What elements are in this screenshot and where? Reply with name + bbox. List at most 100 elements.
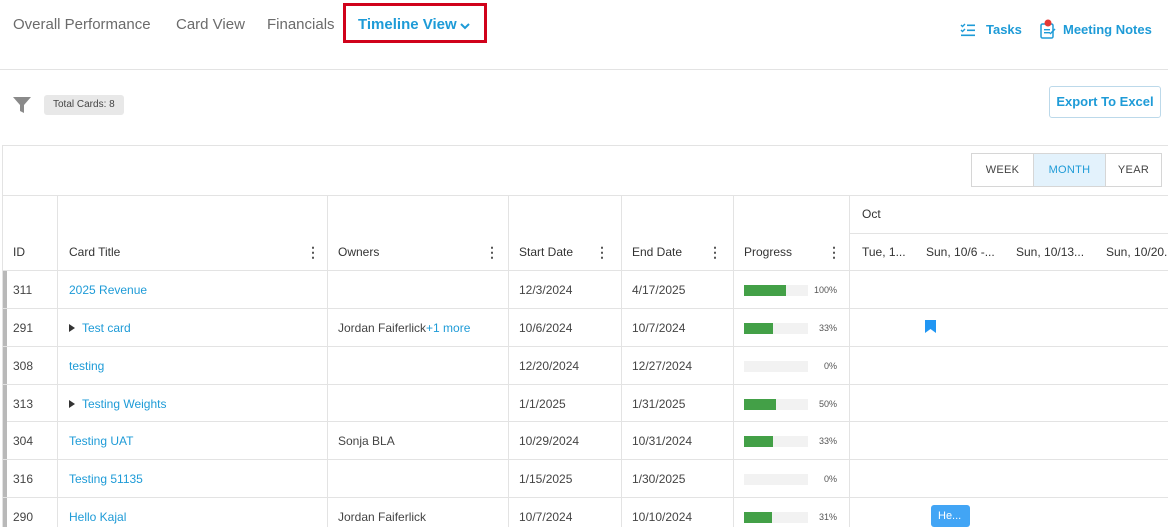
grid-line [2, 421, 1168, 422]
start-date: 12/3/2024 [519, 283, 573, 297]
card-title-link[interactable]: Test card [69, 321, 131, 335]
grid-line [2, 384, 1168, 385]
notes-bell-icon[interactable] [1039, 19, 1057, 39]
timeline-week-label: Sun, 10/20. [1106, 245, 1168, 259]
row-indicator [3, 498, 7, 527]
card-title-text: Hello Kajal [69, 510, 127, 524]
meeting-notes-link[interactable]: Meeting Notes [1063, 22, 1152, 37]
column-header-start-date[interactable]: Start Date [519, 245, 573, 259]
progress-percent: 33% [818, 323, 837, 333]
card-title-text: Testing UAT [69, 434, 134, 448]
month-button[interactable]: MONTH [1033, 154, 1105, 186]
row-indicator [3, 460, 7, 497]
card-title-link[interactable]: 2025 Revenue [69, 283, 147, 297]
progress-percent: 100% [813, 285, 837, 295]
start-date: 10/29/2024 [519, 434, 580, 448]
card-id: 311 [13, 283, 33, 297]
owners-cell: Jordan Faiferlick [338, 510, 426, 524]
row-indicator [3, 422, 7, 459]
progress-fill [744, 399, 776, 410]
year-button[interactable]: YEAR [1105, 154, 1161, 186]
tab-timeline-view[interactable]: Timeline View [358, 16, 457, 33]
timeline-bar[interactable]: He... [931, 505, 970, 527]
progress-percent: 33% [818, 436, 837, 446]
card-title-text: Testing Weights [82, 397, 167, 411]
expand-caret-icon[interactable] [69, 324, 75, 332]
checklist-icon[interactable] [960, 22, 976, 38]
end-date: 12/27/2024 [632, 359, 693, 373]
grid-line [2, 308, 1168, 309]
card-title-text: Testing 51135 [69, 472, 143, 486]
card-id: 308 [13, 359, 34, 373]
tab-overall-performance[interactable]: Overall Performance [13, 16, 151, 33]
bookmark-icon[interactable] [925, 320, 936, 333]
grid-line [849, 195, 850, 527]
card-id: 290 [13, 510, 34, 524]
end-date: 1/31/2025 [632, 397, 686, 411]
owner-name: Jordan Faiferlick [338, 321, 427, 335]
card-id: 313 [13, 397, 34, 411]
tasks-link[interactable]: Tasks [986, 22, 1022, 37]
timeline-week-label: Sun, 10/6 -... [926, 245, 995, 259]
total-cards-badge: Total Cards: 8 [44, 95, 124, 115]
card-title-text: 2025 Revenue [69, 283, 148, 297]
export-to-excel-button[interactable]: Export To Excel [1049, 86, 1161, 118]
timeline-month-label: Oct [862, 207, 881, 221]
column-menu-icon[interactable]: ⋮ [485, 244, 499, 261]
timeline-week-label: Tue, 1... [862, 245, 906, 259]
grid-line [2, 497, 1168, 498]
owner-name: Sonja BLA [338, 434, 395, 448]
column-header-card-title[interactable]: Card Title [69, 245, 120, 259]
column-menu-icon[interactable]: ⋮ [708, 244, 722, 261]
card-title-link[interactable]: Hello Kajal [69, 510, 126, 524]
column-header-owners[interactable]: Owners [338, 245, 379, 259]
chevron-down-icon[interactable] [459, 20, 471, 32]
column-menu-icon[interactable]: ⋮ [306, 244, 320, 261]
start-date: 12/20/2024 [519, 359, 580, 373]
progress-percent: 50% [818, 399, 837, 409]
column-header-progress[interactable]: Progress [744, 245, 792, 259]
grid-line [850, 233, 1168, 234]
progress-bar [744, 436, 808, 447]
progress-bar [744, 285, 808, 296]
row-indicator [3, 385, 7, 422]
progress-bar [744, 399, 808, 410]
tab-financials[interactable]: Financials [267, 16, 335, 33]
expand-caret-icon[interactable] [69, 400, 75, 408]
funnel-icon[interactable] [12, 95, 32, 115]
grid-line [2, 270, 1168, 271]
card-title-link[interactable]: Testing UAT [69, 434, 133, 448]
progress-percent: 0% [823, 361, 837, 371]
end-date: 10/31/2024 [632, 434, 693, 448]
start-date: 10/6/2024 [519, 321, 573, 335]
start-date: 1/15/2025 [519, 472, 573, 486]
progress-bar [744, 361, 808, 372]
progress-percent: 0% [823, 474, 837, 484]
column-menu-icon[interactable]: ⋮ [827, 244, 841, 261]
start-date: 1/1/2025 [519, 397, 566, 411]
grid-line [57, 195, 58, 527]
column-header-end-date[interactable]: End Date [632, 245, 682, 259]
progress-bar [744, 512, 808, 523]
card-title-link[interactable]: Testing 51135 [69, 472, 143, 486]
owners-cell: Sonja BLA [338, 434, 395, 448]
tab-card-view[interactable]: Card View [176, 16, 245, 33]
card-title-link[interactable]: testing [69, 359, 104, 373]
grid-line [2, 459, 1168, 460]
column-menu-icon[interactable]: ⋮ [595, 244, 609, 261]
column-header-id[interactable]: ID [13, 245, 25, 259]
timeline-week-label: Sun, 10/13... [1016, 245, 1085, 259]
view-toggle: WEEK MONTH YEAR [971, 153, 1162, 187]
week-button[interactable]: WEEK [972, 154, 1033, 186]
progress-fill [744, 323, 773, 334]
grid-line [327, 195, 328, 527]
top-navigation: Overall Performance Card View Financials… [0, 0, 1168, 70]
more-owners-link[interactable]: +1 more [426, 321, 470, 335]
grid-line [2, 195, 1168, 196]
progress-percent: 31% [818, 512, 837, 522]
progress-fill [744, 285, 786, 296]
card-title-link[interactable]: Testing Weights [69, 397, 167, 411]
card-id: 291 [13, 321, 34, 335]
grid-line [621, 195, 622, 527]
card-title-text: Test card [82, 321, 131, 335]
